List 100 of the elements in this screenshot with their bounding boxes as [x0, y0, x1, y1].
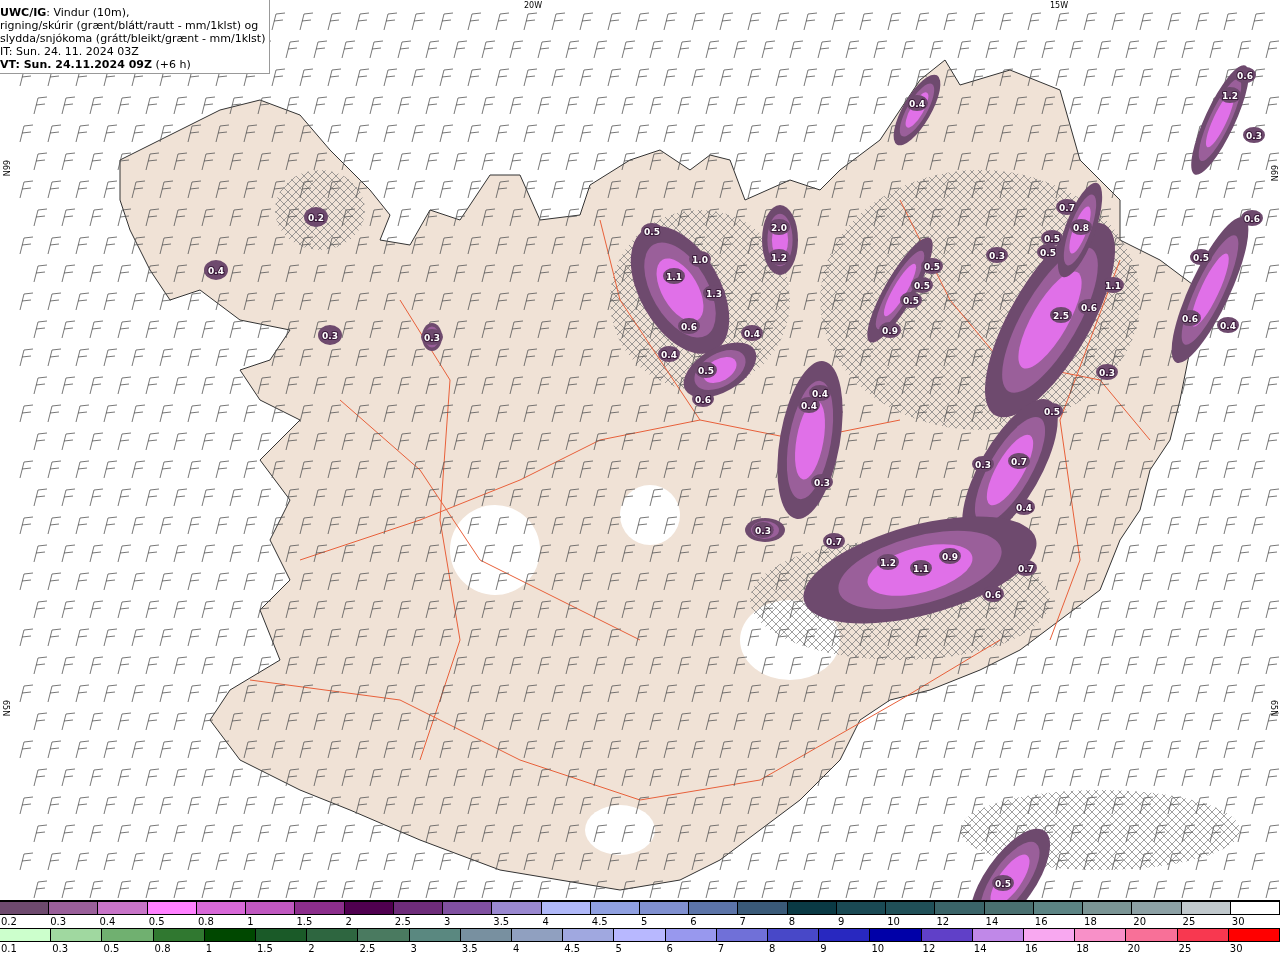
legend-label: 4 — [541, 915, 550, 928]
precip-value-label: 0.5 — [1040, 248, 1056, 258]
precip-value-label: 1.1 — [666, 272, 682, 282]
precip-value-label: 0.3 — [1246, 131, 1262, 141]
legend-label: 25 — [1177, 942, 1193, 955]
precip-value-label: 0.4 — [744, 329, 760, 339]
legend-label: 6 — [689, 915, 698, 928]
grid-coordinate-label: 66N — [1, 160, 10, 177]
precip-value-label: 0.4 — [1220, 321, 1236, 331]
precip-value-label: 0.6 — [695, 395, 711, 405]
grid-coordinate-label: 20W — [524, 1, 543, 10]
precip-value-label: 0.4 — [812, 389, 828, 399]
precip-value-label: 1.2 — [771, 253, 787, 263]
precip-value-label: 0.5 — [698, 366, 714, 376]
legend-label: 8 — [787, 915, 797, 928]
legend-label: 1 — [204, 942, 214, 955]
legend-label: 5 — [614, 942, 623, 955]
precip-value-label: 0.3 — [424, 333, 440, 343]
precip-value-label: 0.3 — [975, 460, 991, 470]
precip-value-label: 0.3 — [814, 478, 830, 488]
legend-label: 30 — [1230, 915, 1246, 928]
legend-label: 9 — [836, 915, 846, 928]
legend-label: 0.5 — [147, 915, 166, 928]
precip-value-label: 0.3 — [989, 251, 1005, 261]
precip-value-label: 1.1 — [1105, 281, 1121, 291]
precip-value-label: 0.6 — [1182, 314, 1198, 324]
legend-label: 20 — [1126, 942, 1142, 955]
precip-value-label: 0.3 — [322, 331, 338, 341]
legend-label: 14 — [984, 915, 1000, 928]
legend-label: 12 — [921, 942, 937, 955]
precip-value-label: 0.5 — [995, 879, 1011, 889]
precip-value-label: 0.5 — [1044, 234, 1060, 244]
precip-value-label: 0.5 — [1193, 253, 1209, 263]
legend-label: 8 — [768, 942, 777, 955]
legend-label: 7 — [738, 915, 747, 928]
precip-value-label: 0.5 — [924, 262, 940, 272]
precip-value-label: 0.8 — [1073, 223, 1089, 233]
precip-value-label: 0.6 — [1244, 214, 1260, 224]
map-info-text: UWC/IG: Vindur (10m), — [0, 6, 131, 19]
precip-value-label: 0.5 — [914, 281, 930, 291]
legend-label: 4.5 — [563, 942, 582, 955]
precip-value-label: 0.7 — [826, 537, 842, 547]
precip-value-label: 2.0 — [771, 223, 787, 233]
legend-label: 10 — [886, 915, 901, 928]
precip-value-label: 0.3 — [1099, 368, 1115, 378]
precip-value-label: 0.3 — [755, 526, 771, 536]
map-info-text: VT: Sun. 24.11.2024 09Z (+6 h) — [0, 58, 192, 71]
precip-value-label: 0.4 — [1016, 503, 1032, 513]
legend-label: 5 — [640, 915, 649, 928]
legend-label: 16 — [1024, 942, 1039, 955]
legend-label: 12 — [935, 915, 951, 928]
legend-label: 18 — [1075, 942, 1090, 955]
precip-value-label: 0.7 — [1018, 564, 1034, 574]
legend-label: 0.8 — [196, 915, 215, 928]
map-info-text: slydda/snjókoma (grátt/bleikt/grænt - mm/1klst) — [0, 32, 266, 45]
legend-label: 0.8 — [153, 942, 172, 955]
precip-value-label: 1.0 — [692, 255, 708, 265]
legend-label: 0.3 — [51, 942, 70, 955]
legend-label: 4 — [512, 942, 521, 955]
precip-value-label: 0.4 — [208, 266, 224, 276]
legend-label: 1.5 — [256, 942, 274, 955]
legend-label: 10 — [870, 942, 886, 955]
precip-value-label: 0.6 — [1081, 303, 1097, 313]
legend-label: 3 — [409, 942, 418, 955]
precip-value-label: 0.4 — [909, 99, 925, 109]
legend-label: 2.5 — [393, 915, 412, 928]
grid-coordinate-label: 65N — [1269, 700, 1278, 717]
precip-value-label: 0.9 — [882, 326, 898, 336]
legend-label: 20 — [1132, 915, 1148, 928]
legend-label: 0.1 — [0, 942, 18, 955]
legend-label: 7 — [716, 942, 726, 955]
precip-value-label: 1.3 — [706, 289, 722, 299]
legend-label: 16 — [1033, 915, 1049, 928]
precip-value-label: 0.2 — [308, 213, 324, 223]
precip-value-label: 0.6 — [681, 322, 697, 332]
legend-label: 4.5 — [590, 915, 609, 928]
precip-value-label: 0.6 — [1237, 71, 1253, 81]
grid-coordinate-label: 66N — [1269, 165, 1278, 182]
precip-value-label: 0.9 — [942, 552, 958, 562]
precip-value-label: 2.5 — [1053, 311, 1069, 321]
map-info-text: IT: Sun. 24. 11. 2024 03Z — [0, 45, 140, 58]
precip-value-label: 0.4 — [661, 350, 677, 360]
legend-label: 2.5 — [358, 942, 377, 955]
precip-value-label: 1.2 — [880, 558, 896, 568]
legend-label: 0.5 — [102, 942, 121, 955]
legend-label: 14 — [972, 942, 988, 955]
precip-value-label: 0.4 — [801, 401, 817, 411]
legend-label: 3.5 — [492, 915, 511, 928]
legend-label: 0.2 — [0, 915, 18, 928]
map-info-text: rigning/skúrir (grænt/blátt/rautt - mm/1klst) og — [0, 19, 260, 32]
precip-value-label: 0.5 — [644, 227, 660, 237]
legend-label: 9 — [819, 942, 828, 955]
precip-value-label: 0.7 — [1059, 203, 1075, 213]
precip-value-label: 1.1 — [913, 564, 929, 574]
legend-label: 3.5 — [460, 942, 479, 955]
precip-value-label: 0.5 — [903, 296, 919, 306]
legend-label: 25 — [1181, 915, 1197, 928]
legend-label: 2 — [344, 915, 353, 928]
legend-label: 3 — [443, 915, 452, 928]
precip-value-label: 1.2 — [1222, 91, 1238, 101]
